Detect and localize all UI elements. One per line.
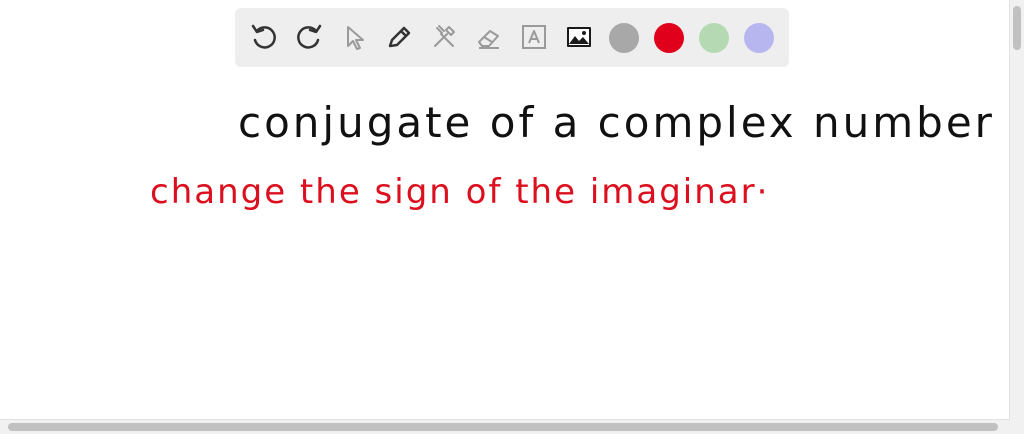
select-pointer-icon[interactable] xyxy=(339,22,369,52)
handwritten-title: conjugate of a complex number xyxy=(238,98,995,147)
drawing-toolbar xyxy=(235,8,789,67)
horizontal-scroll-thumb[interactable] xyxy=(8,423,998,431)
image-icon[interactable] xyxy=(564,22,594,52)
color-swatch-green[interactable] xyxy=(699,23,729,53)
eraser-icon[interactable] xyxy=(474,22,504,52)
undo-icon[interactable] xyxy=(249,22,279,52)
redo-icon[interactable] xyxy=(294,22,324,52)
handwritten-note: change the sign of the imaginar· xyxy=(150,172,770,212)
tools-icon[interactable] xyxy=(429,22,459,52)
color-swatch-gray[interactable] xyxy=(609,23,639,53)
pen-icon[interactable] xyxy=(384,22,414,52)
color-swatch-purple[interactable] xyxy=(744,23,774,53)
text-box-icon[interactable] xyxy=(519,22,549,52)
vertical-scroll-thumb[interactable] xyxy=(1013,6,1021,50)
horizontal-scrollbar[interactable] xyxy=(0,419,1010,434)
vertical-scrollbar[interactable] xyxy=(1009,0,1024,420)
scrollbar-corner xyxy=(1010,420,1024,434)
color-swatch-red[interactable] xyxy=(654,23,684,53)
